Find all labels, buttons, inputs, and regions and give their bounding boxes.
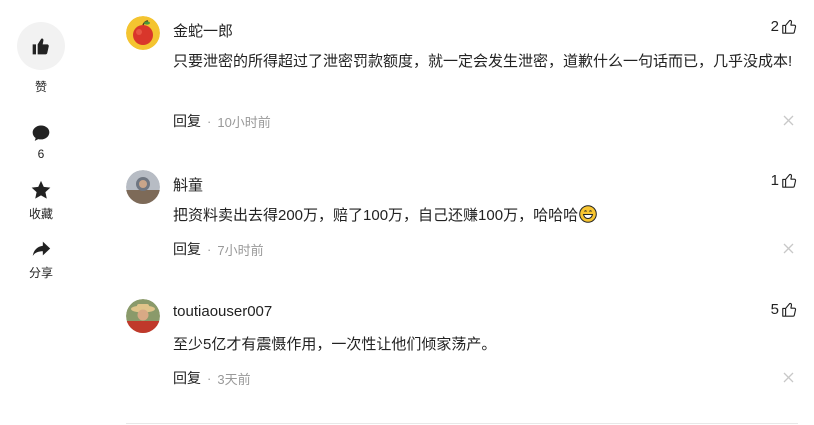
- comment-count: 6: [37, 147, 45, 161]
- action-rail: 赞 6 收藏 分享: [16, 22, 66, 281]
- comment-like-button[interactable]: 1: [771, 172, 798, 189]
- comment-action[interactable]: 6: [16, 123, 66, 161]
- reply-button[interactable]: 回复: [173, 368, 201, 388]
- comment-text: 把资料卖出去得200万，赔了100万，自己还赚100万，哈哈哈: [173, 207, 579, 224]
- comment-time: 3天前: [217, 371, 251, 387]
- avatar[interactable]: [126, 16, 160, 50]
- reply-button[interactable]: 回复: [173, 239, 201, 259]
- apple-avatar-icon: [126, 16, 160, 50]
- comment-text-wrap: 把资料卖出去得200万，赔了100万，自己还赚100万，哈哈哈: [173, 203, 801, 228]
- grinning-face-emoji-icon: [579, 205, 597, 223]
- comment-time: 10小时前: [217, 114, 271, 130]
- comment-item: toutiaouser007 5 至少5亿才有震慑作用，一次性让他们倾家荡产。 …: [126, 299, 798, 399]
- comment-like-count: 1: [770, 172, 779, 189]
- favorite-label: 收藏: [28, 207, 53, 221]
- comment-meta: 回复 · 3天前: [173, 368, 251, 388]
- favorite-action[interactable]: 收藏: [16, 179, 66, 222]
- like-action[interactable]: 赞: [16, 22, 66, 95]
- meta-separator: ·: [207, 241, 212, 257]
- comment-meta: 回复 · 7小时前: [173, 239, 264, 259]
- share-label: 分享: [28, 266, 53, 280]
- like-button[interactable]: [17, 22, 65, 70]
- comment-username[interactable]: toutiaouser007: [173, 303, 272, 320]
- thumbs-up-outline-icon: [782, 173, 797, 188]
- share-arrow-icon: [32, 241, 51, 256]
- comment-time: 7小时前: [217, 242, 264, 258]
- comment-bubble-icon: [32, 125, 50, 141]
- reply-button[interactable]: 回复: [173, 111, 201, 131]
- portrait-avatar-icon: [126, 170, 160, 204]
- hat-portrait-avatar-icon: [126, 299, 160, 333]
- like-label: 赞: [34, 80, 47, 94]
- comment-like-count: 5: [770, 301, 779, 318]
- close-icon[interactable]: [783, 115, 794, 126]
- comment-like-button[interactable]: 5: [771, 301, 798, 318]
- comment-username[interactable]: 斛童: [173, 174, 203, 195]
- thumbs-up-outline-icon: [782, 302, 797, 317]
- divider: [126, 423, 798, 424]
- meta-separator: ·: [207, 113, 212, 129]
- comment-meta: 回复 · 10小时前: [173, 111, 271, 131]
- comment-text: 至少5亿才有震慑作用，一次性让他们倾家荡产。: [173, 336, 497, 353]
- meta-separator: ·: [207, 370, 212, 386]
- comment-like-count: 2: [770, 18, 779, 35]
- comment-text: 只要泄密的所得超过了泄密罚款额度，就一定会发生泄密，道歉什么一句话而已，几乎没成…: [173, 53, 793, 70]
- comment-item: 金蛇一郎 2 只要泄密的所得超过了泄密罚款额度，就一定会发生泄密，道歉什么一句话…: [126, 16, 798, 136]
- comment-username[interactable]: 金蛇一郎: [173, 20, 233, 41]
- share-action[interactable]: 分享: [16, 238, 66, 281]
- thumbs-up-outline-icon: [782, 19, 797, 34]
- close-icon[interactable]: [783, 372, 794, 383]
- comment-item: 斛童 1 把资料卖出去得200万，赔了100万，自己还赚100万，哈哈哈 回复 …: [126, 170, 798, 270]
- thumbs-up-icon: [32, 38, 49, 55]
- avatar[interactable]: [126, 299, 160, 333]
- close-icon[interactable]: [783, 243, 794, 254]
- avatar[interactable]: [126, 170, 160, 204]
- comment-like-button[interactable]: 2: [771, 18, 798, 35]
- star-icon: [31, 180, 51, 199]
